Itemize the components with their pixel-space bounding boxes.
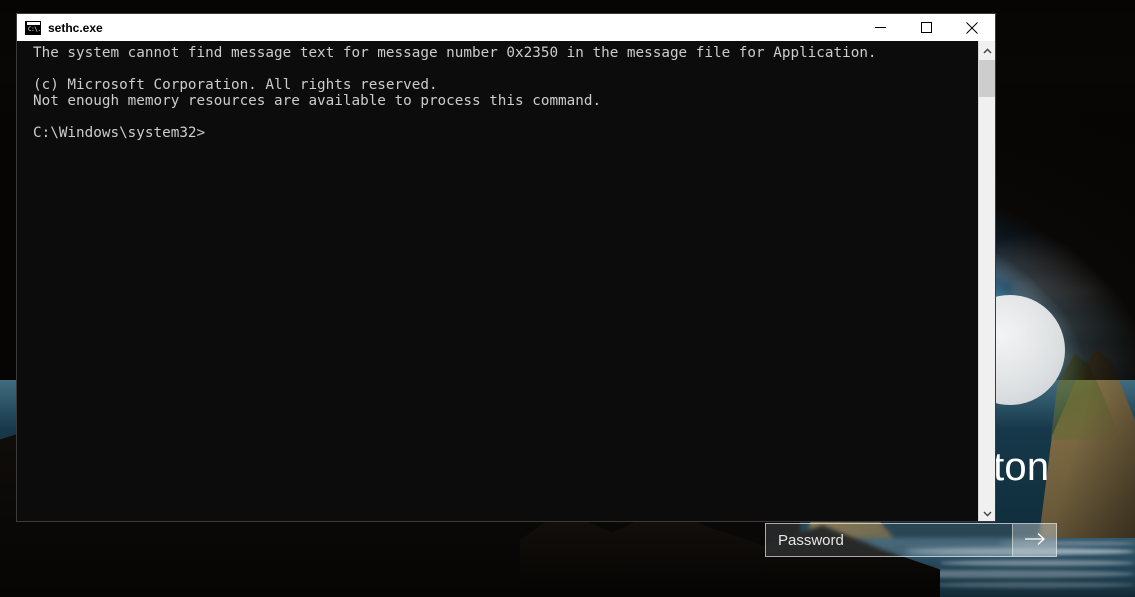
console-scrollbar[interactable] — [978, 41, 995, 521]
password-entry[interactable] — [765, 523, 1057, 557]
close-icon — [966, 21, 978, 34]
maximize-button[interactable] — [903, 14, 949, 41]
console-output-area[interactable]: The system cannot find message text for … — [17, 41, 995, 521]
command-prompt-icon: C:\. — [25, 20, 41, 35]
wallpaper-surf — [930, 582, 1135, 588]
chevron-up-icon — [982, 41, 992, 59]
wallpaper-surf — [940, 560, 1135, 566]
arrow-right-icon — [1024, 532, 1046, 549]
window-titlebar[interactable]: C:\. sethc.exe — [17, 14, 995, 41]
scrollbar-thumb[interactable] — [979, 60, 995, 97]
scrollbar-down-button[interactable] — [979, 504, 995, 521]
minimize-icon — [874, 22, 886, 33]
command-prompt-window[interactable]: C:\. sethc.exe The system cannot find me… — [17, 14, 995, 521]
chevron-down-icon — [982, 504, 992, 522]
scrollbar-up-button[interactable] — [979, 41, 995, 58]
window-title: sethc.exe — [48, 20, 103, 35]
password-submit-button[interactable] — [1012, 524, 1056, 556]
close-button[interactable] — [949, 14, 995, 41]
password-input[interactable] — [766, 524, 1012, 556]
console-output-text: The system cannot find message text for … — [33, 45, 877, 141]
minimize-button[interactable] — [857, 14, 903, 41]
maximize-icon — [920, 22, 932, 33]
